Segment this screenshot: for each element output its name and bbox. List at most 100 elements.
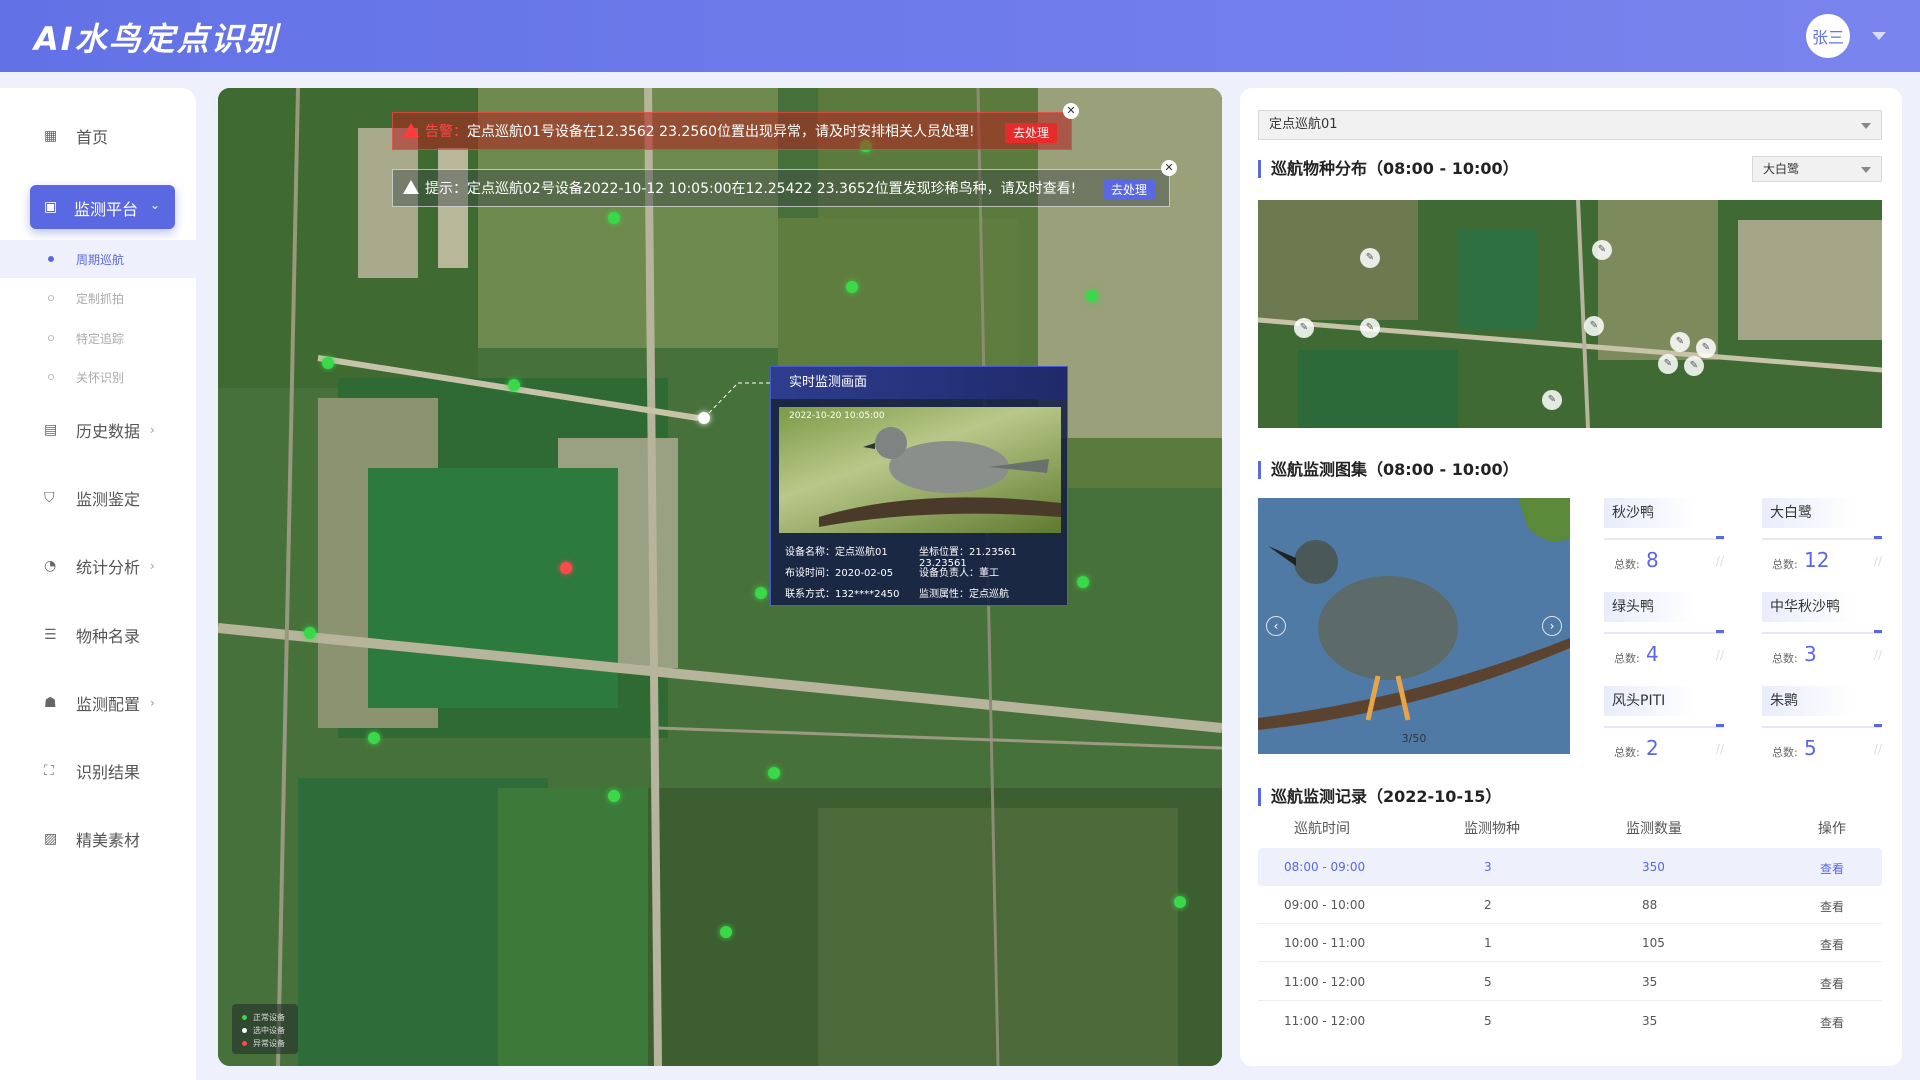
device-marker-abnormal[interactable] — [560, 562, 572, 574]
nav-label: 精美素材 — [76, 831, 141, 850]
cell-time: 11:00 - 12:00 — [1284, 1014, 1366, 1028]
nav-label: 物种名录 — [76, 627, 141, 646]
species-select[interactable]: 大白鹭 — [1752, 156, 1882, 182]
stat-divider — [1604, 724, 1724, 728]
live-camera-image — [779, 407, 1061, 533]
monitor-icon: ▣ — [44, 199, 58, 215]
table-row[interactable]: 09:00 - 10:00 2 88 查看 — [1258, 886, 1882, 924]
stat-name: 风头PITI — [1604, 686, 1696, 716]
device-marker[interactable] — [322, 357, 334, 369]
bullet-icon — [48, 374, 54, 380]
user-avatar[interactable]: 张三 — [1806, 14, 1850, 58]
chevron-left-icon[interactable]: ‹ — [1266, 616, 1286, 636]
species-stat: 朱鹮 总数: 5 // — [1762, 686, 1882, 768]
device-marker[interactable] — [608, 212, 620, 224]
table-row[interactable]: 08:00 - 09:00 3 350 查看 — [1258, 848, 1882, 886]
device-marker[interactable] — [304, 627, 316, 639]
view-link[interactable]: 查看 — [1820, 975, 1844, 992]
chevron-down-icon[interactable] — [1872, 32, 1886, 40]
nav-results[interactable]: ⛶ 识别结果 — [0, 748, 196, 794]
location-pin-icon[interactable]: ✎ — [1684, 356, 1704, 376]
location-pin-icon[interactable]: ✎ — [1542, 390, 1562, 410]
satellite-map[interactable]: 告警：定点巡航01号设备在12.3562 23.2560位置出现异常，请及时安排… — [218, 88, 1222, 1066]
location-pin-icon[interactable]: ✎ — [1584, 316, 1604, 336]
cell-count: 88 — [1642, 898, 1658, 912]
chevron-right-icon: › — [150, 696, 155, 710]
info-label: 设备负责人： — [919, 568, 979, 579]
table-row[interactable]: 11:00 - 12:00 5 35 查看 — [1258, 1002, 1882, 1040]
document-icon: ▤ — [44, 422, 58, 438]
cell-count: 35 — [1642, 975, 1658, 989]
device-marker[interactable] — [1086, 290, 1098, 302]
species-distribution-map[interactable]: ✎ ✎ ✎ ✎ ✎ ✎ ✎ ✎ ✎ ✎ — [1258, 200, 1882, 428]
section-title: 巡航监测图集（08:00 - 10:00） — [1258, 461, 1519, 479]
table-row[interactable]: 11:00 - 12:00 5 35 查看 — [1258, 963, 1882, 1001]
subnav-item[interactable]: 定制抓拍 — [0, 279, 196, 317]
gallery-image[interactable]: ‹ › 3/50 — [1258, 498, 1570, 754]
slash-decoration: // — [1715, 648, 1724, 662]
slash-decoration: // — [1715, 554, 1724, 568]
heron-photo — [1258, 498, 1570, 754]
nav-appraise[interactable]: ⛉ 监测鉴定 — [0, 475, 196, 521]
info-label: 坐标位置： — [919, 547, 969, 558]
bird-photo — [819, 427, 1061, 527]
subnav-item[interactable]: 关怀识别 — [0, 358, 196, 396]
view-link[interactable]: 查看 — [1820, 1014, 1844, 1031]
table-row[interactable]: 10:00 - 11:00 1 105 查看 — [1258, 924, 1882, 962]
device-marker[interactable] — [755, 587, 767, 599]
device-marker[interactable] — [768, 767, 780, 779]
slash-decoration: // — [1873, 742, 1882, 756]
nav-home[interactable]: ▦ 首页 — [0, 113, 196, 159]
location-pin-icon[interactable]: ✎ — [1294, 318, 1314, 338]
table-header: 巡航时间 — [1294, 821, 1350, 837]
route-select[interactable]: 定点巡航01 — [1258, 110, 1882, 140]
stat-name: 朱鹮 — [1762, 686, 1854, 716]
species-stat: 大白鹭 总数: 12 // — [1762, 498, 1882, 580]
map-legend: 正常设备 选中设备 异常设备 — [232, 1004, 298, 1054]
nav-history[interactable]: ▤ 历史数据 › — [0, 407, 196, 453]
popup-title: 实时监测画面 — [771, 367, 1067, 399]
stat-divider — [1604, 536, 1724, 540]
nav-config[interactable]: ☗ 监测配置 › — [0, 680, 196, 726]
location-pin-icon[interactable]: ✎ — [1592, 240, 1612, 260]
bullet-icon — [48, 335, 54, 341]
location-pin-icon[interactable]: ✎ — [1360, 318, 1380, 338]
location-pin-icon[interactable]: ✎ — [1696, 338, 1716, 358]
close-icon[interactable]: ✕ — [1161, 160, 1177, 176]
view-link[interactable]: 查看 — [1820, 898, 1844, 915]
device-marker[interactable] — [1077, 576, 1089, 588]
stat-label: 总数: — [1772, 746, 1798, 759]
table-header: 监测物种 — [1464, 821, 1520, 837]
list-icon: ☰ — [44, 627, 57, 643]
view-link[interactable]: 查看 — [1820, 860, 1844, 877]
nav-monitor[interactable]: ▣ 监测平台 ⌄ — [30, 185, 175, 229]
nav-stats[interactable]: ◔ 统计分析 › — [0, 543, 196, 589]
handle-button[interactable]: 去处理 — [1102, 180, 1155, 200]
nav-media[interactable]: ▨ 精美素材 — [0, 816, 196, 862]
nav-label: 监测配置 — [76, 695, 141, 714]
device-marker-selected[interactable] — [698, 412, 710, 424]
cell-count: 105 — [1642, 936, 1665, 950]
device-marker[interactable] — [368, 732, 380, 744]
device-marker[interactable] — [608, 790, 620, 802]
chevron-right-icon[interactable]: › — [1542, 616, 1562, 636]
dot-icon — [242, 1028, 247, 1033]
subnav-item[interactable]: 周期巡航 — [0, 240, 196, 278]
cell-time: 11:00 - 12:00 — [1284, 975, 1366, 989]
device-marker[interactable] — [846, 281, 858, 293]
chevron-right-icon: › — [150, 559, 155, 573]
nav-label: 识别结果 — [76, 763, 141, 782]
location-pin-icon[interactable]: ✎ — [1360, 248, 1380, 268]
subnav-item[interactable]: 特定追踪 — [0, 319, 196, 357]
handle-button[interactable]: 去处理 — [1004, 123, 1057, 143]
device-marker[interactable] — [720, 926, 732, 938]
stat-divider — [1762, 724, 1882, 728]
view-link[interactable]: 查看 — [1820, 936, 1844, 953]
close-icon[interactable]: ✕ — [1063, 103, 1079, 119]
stat-value: 12 — [1804, 548, 1830, 572]
location-pin-icon[interactable]: ✎ — [1670, 332, 1690, 352]
nav-species[interactable]: ☰ 物种名录 — [0, 612, 196, 658]
device-marker[interactable] — [508, 379, 520, 391]
location-pin-icon[interactable]: ✎ — [1658, 354, 1678, 374]
device-marker[interactable] — [1174, 896, 1186, 908]
